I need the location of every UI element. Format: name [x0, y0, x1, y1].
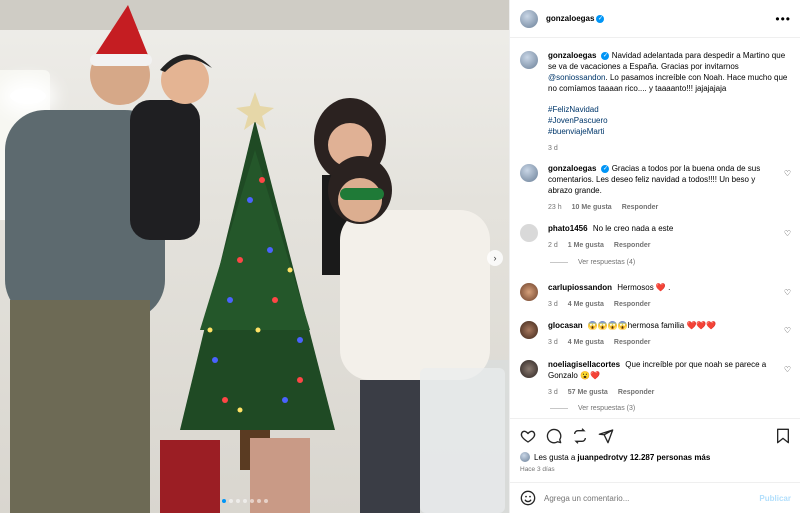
verified-icon: ✓ [601, 51, 610, 60]
post-photo [0, 0, 509, 513]
comment-time[interactable]: 3 d [548, 299, 558, 310]
bookmark-icon[interactable] [775, 428, 791, 444]
comment-likes[interactable]: 10 Me gusta [572, 202, 612, 213]
view-replies-label[interactable]: Ver respuestas (3) [578, 405, 635, 412]
post-header: gonzaloegas ✓ ••• [510, 0, 800, 38]
comment-row: carlupiossandon Hermosos ❤️ . 3 d 4 Me gu… [520, 282, 795, 310]
likes-pre: Les gusta a [534, 452, 576, 462]
view-replies[interactable]: Ver respuestas (3) [550, 405, 635, 412]
post-sidebar: gonzaloegas ✓ ••• gonzaloegas ✓ Navidad a… [509, 0, 800, 513]
author-avatar[interactable] [520, 9, 538, 28]
like-comment-icon[interactable]: ♡ [784, 365, 791, 374]
like-comment-icon[interactable]: ♡ [784, 288, 791, 297]
like-comment-icon[interactable]: ♡ [784, 169, 791, 178]
reply-button[interactable]: Responder [614, 299, 651, 310]
commenter-avatar[interactable] [520, 360, 538, 378]
comment-time[interactable]: 3 d [548, 387, 558, 398]
comments-scroll[interactable]: gonzaloegas ✓ Navidad adelantada para des… [510, 38, 800, 415]
comment-text: No le creo nada a este [592, 224, 674, 233]
emoji-icon[interactable] [520, 490, 536, 506]
post-date[interactable]: Hace 3 días [520, 466, 555, 473]
like-comment-icon[interactable]: ♡ [784, 229, 791, 238]
commenter-username[interactable]: carlupiossandon [548, 283, 612, 292]
more-options-icon[interactable]: ••• [775, 12, 791, 26]
likes-line: Les gusta a juanpedrotv y 12.287 persona… [520, 452, 710, 462]
reply-button[interactable]: Responder [622, 202, 659, 213]
hashtag-link[interactable]: #JovenPascuero [548, 115, 795, 126]
commenter-username[interactable]: phato1456 [548, 224, 588, 233]
comment-icon[interactable] [546, 428, 562, 444]
share-icon[interactable] [598, 428, 614, 444]
comment-likes[interactable]: 4 Me gusta [568, 299, 604, 310]
commenter-username[interactable]: noeliagisellacortes [548, 360, 620, 369]
christmas-scene [5, 5, 509, 513]
carousel-dots [222, 499, 268, 503]
author-username[interactable]: gonzaloegas [546, 14, 594, 23]
publish-button[interactable]: Publicar [759, 494, 791, 503]
caption-row: gonzaloegas ✓ Navidad adelantada para des… [520, 50, 795, 154]
liker-avatar[interactable] [520, 452, 530, 462]
commenter-avatar[interactable] [520, 224, 538, 242]
comment-row: glocasan 😱😱😱😱hermosa familia ❤️❤️❤️ 3 d 4… [520, 320, 795, 348]
heart-icon[interactable] [520, 428, 536, 444]
commenter-username[interactable]: glocasan [548, 321, 583, 330]
caption-meta: 3 d [548, 143, 795, 154]
reply-button[interactable]: Responder [614, 337, 651, 348]
hashtags: #FelizNavidad #JovenPascuero #buenviajeM… [548, 104, 795, 137]
comment-likes[interactable]: 57 Me gusta [568, 387, 608, 398]
comment-time[interactable]: 23 h [548, 202, 562, 213]
like-comment-icon[interactable]: ♡ [784, 326, 791, 335]
comment-likes[interactable]: 1 Me gusta [568, 240, 604, 251]
comment-time[interactable]: 3 d [548, 337, 558, 348]
post-actions [510, 418, 800, 452]
likes-count[interactable]: y 12.287 personas más [623, 453, 710, 462]
caption-text: gonzaloegas ✓ Navidad adelantada para des… [548, 50, 795, 154]
caption-time[interactable]: 3 d [548, 143, 558, 154]
comment-row: gonzaloegas ✓ Gracias a todos por la buen… [520, 163, 795, 213]
comment-time[interactable]: 2 d [548, 240, 558, 251]
comment-text: 😱😱😱😱hermosa familia ❤️❤️❤️ [587, 321, 717, 330]
liker-username[interactable]: juanpedrotv [577, 453, 623, 462]
verified-icon: ✓ [601, 164, 610, 173]
view-replies[interactable]: Ver respuestas (4) [550, 259, 635, 266]
comment-likes[interactable]: 4 Me gusta [568, 337, 604, 348]
next-slide-button[interactable]: › [487, 250, 503, 266]
comment-text: Hermosos ❤️ . [617, 283, 671, 292]
repost-icon[interactable] [572, 427, 588, 444]
comment-input[interactable] [544, 493, 760, 503]
comment-row: noeliagisellacortes Que increíble por qu… [520, 359, 795, 398]
hashtag-link[interactable]: #buenviajeMarti [548, 126, 795, 137]
reply-button[interactable]: Responder [618, 387, 655, 398]
author-avatar[interactable] [520, 51, 538, 69]
commenter-username[interactable]: gonzaloegas [548, 164, 596, 173]
mention-link[interactable]: @soniossandon [548, 73, 606, 82]
comment-row: phato1456 No le creo nada a este 2 d 1 Me… [520, 223, 795, 251]
commenter-avatar[interactable] [520, 321, 538, 339]
comment-composer: Publicar [510, 482, 800, 513]
reply-button[interactable]: Responder [614, 240, 651, 251]
commenter-avatar[interactable] [520, 164, 538, 182]
view-replies-label[interactable]: Ver respuestas (4) [578, 259, 635, 266]
caption-username[interactable]: gonzaloegas [548, 51, 596, 60]
commenter-avatar[interactable] [520, 283, 538, 301]
verified-icon: ✓ [596, 14, 605, 23]
hashtag-link[interactable]: #FelizNavidad [548, 104, 795, 115]
